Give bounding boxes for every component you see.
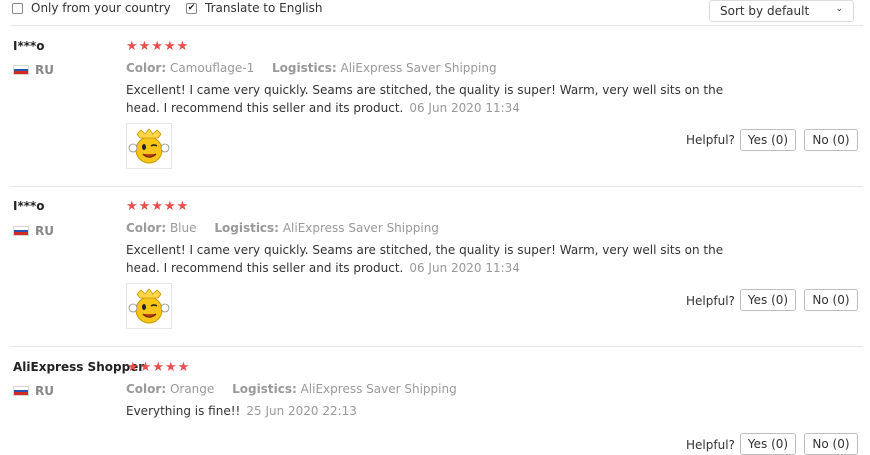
star-icon: ★ [177,360,190,375]
star-icon: ★ [176,199,189,214]
country-code: RU [35,384,54,398]
sort-select[interactable]: Sort by default ⌄ [709,0,854,22]
reviewer-name: I***o [13,39,45,53]
review-date: 25 Jun 2020 22:13 [246,404,357,418]
review-text: Everything is fine!! 25 Jun 2020 22:13 [126,402,726,420]
star-icon: ★ [139,360,152,375]
sort-select-value: Sort by default [720,4,810,18]
logistics-value: AliExpress Saver Shipping [282,221,439,235]
star-icon: ★ [176,39,189,54]
translate-label: Translate to English [205,1,323,15]
only-country-label: Only from your country [31,1,171,15]
review-meta: Color: Camouflage-1 Logistics: AliExpres… [126,61,511,75]
helpful-yes-button[interactable]: Yes (0) [740,129,796,151]
review-body: Everything is fine!! [126,404,241,418]
color-key: Color: [126,61,167,75]
review-date: 06 Jun 2020 11:34 [409,261,520,275]
star-icon: ★ [126,39,138,54]
star-rating: ★ ★ ★ ★ ★ [127,361,190,374]
color-key: Color: [126,382,167,396]
helpful-no-button[interactable]: No (0) [804,289,858,311]
color-key: Color: [126,221,167,235]
reviewer-name: AliExpress Shopper [13,360,145,374]
smiley-thumbs-up-emoji-icon [128,128,170,164]
logistics-key: Logistics: [214,221,279,235]
color-value: Orange [169,382,215,396]
helpful-label: Helpful? [686,133,735,147]
review-photo[interactable] [126,283,172,329]
star-icon: ★ [163,199,176,214]
reviewer-country: RU [13,384,54,398]
star-icon: ★ [151,199,163,214]
logistics-key: Logistics: [272,61,337,75]
color-value: Camouflage-1 [169,61,255,75]
russia-flag-icon [13,65,29,75]
review-date: 06 Jun 2020 11:34 [409,101,520,115]
helpful-label: Helpful? [686,438,735,452]
country-code: RU [35,63,54,77]
star-icon: ★ [138,39,151,54]
smiley-thumbs-up-emoji-icon [128,288,170,324]
divider [10,25,863,26]
review-photo[interactable] [126,123,172,169]
star-icon: ★ [138,199,151,214]
review-meta: Color: Blue Logistics: AliExpress Saver … [126,221,453,235]
filter-bar: Only from your country ✔ Translate to En… [0,0,870,22]
star-icon: ★ [164,360,177,375]
review-text: Excellent! I came very quickly. Seams ar… [126,241,726,277]
star-icon: ★ [163,39,176,54]
divider [10,346,863,347]
star-icon: ★ [126,199,138,214]
reviewer-country: RU [13,63,54,77]
divider [10,186,863,187]
russia-flag-icon [13,226,29,236]
helpful-yes-button[interactable]: Yes (0) [740,289,796,311]
translate-checkbox[interactable]: ✔ Translate to English [186,0,323,16]
star-rating: ★ ★ ★ ★ ★ [126,200,189,213]
russia-flag-icon [13,386,29,396]
color-value: Blue [169,221,197,235]
helpful-no-button[interactable]: No (0) [804,129,858,151]
reviewer-name: I***o [13,199,45,213]
review-meta: Color: Orange Logistics: AliExpress Save… [126,382,471,396]
star-icon: ★ [127,360,139,375]
checkbox-box[interactable] [12,2,23,14]
logistics-value: AliExpress Saver Shipping [300,382,457,396]
star-icon: ★ [152,360,164,375]
logistics-value: AliExpress Saver Shipping [340,61,497,75]
country-code: RU [35,224,54,238]
helpful-label: Helpful? [686,294,735,308]
checkbox-box-checked[interactable]: ✔ [186,2,197,14]
only-country-checkbox[interactable]: Only from your country [12,0,171,16]
chevron-down-icon: ⌄ [835,4,843,14]
helpful-no-button[interactable]: No (0) [804,433,858,455]
star-rating: ★ ★ ★ ★ ★ [126,40,189,53]
logistics-key: Logistics: [232,382,297,396]
reviewer-country: RU [13,224,54,238]
star-icon: ★ [151,39,163,54]
helpful-yes-button[interactable]: Yes (0) [740,433,796,455]
review-text: Excellent! I came very quickly. Seams ar… [126,81,726,117]
